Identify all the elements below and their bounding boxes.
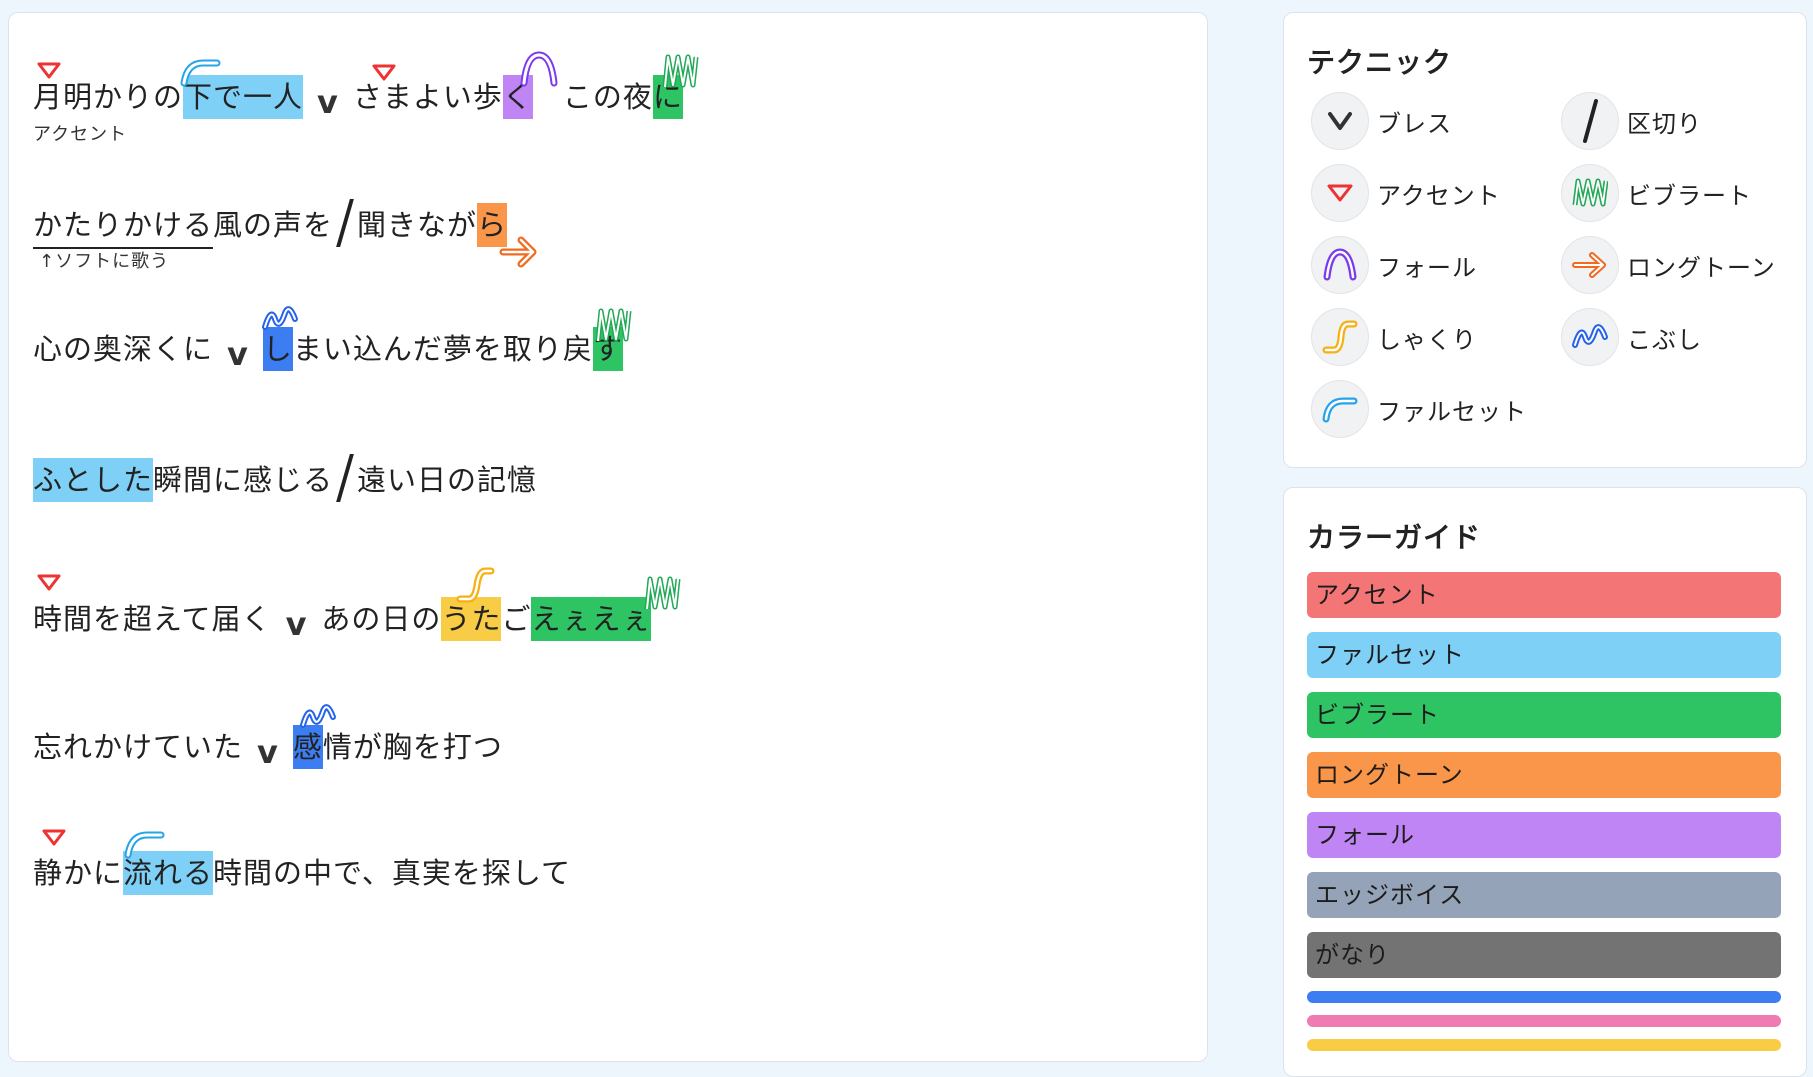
color-guide-panel: カラーガイド アクセント ファルセット ビブラート ロングトーン フォール エッ… bbox=[1283, 487, 1807, 1077]
color-swatch-fall[interactable]: フォール bbox=[1307, 812, 1781, 858]
color-swatch-falsetto[interactable]: ファルセット bbox=[1307, 632, 1781, 678]
technique-label: ファルセット bbox=[1377, 398, 1527, 426]
slash-icon bbox=[1561, 92, 1619, 150]
lyric-segment: この夜 bbox=[562, 80, 653, 114]
arrow-right-icon bbox=[1561, 236, 1619, 294]
kobushi-icon bbox=[262, 306, 298, 330]
accent-icon bbox=[37, 62, 61, 79]
annotation-note: アクセント bbox=[33, 124, 128, 145]
color-swatch-pink[interactable] bbox=[1307, 1015, 1781, 1027]
lyric-line-1[interactable]: 月明かりの下で一人 v さまよい歩く この夜に bbox=[33, 74, 683, 121]
breath-mark[interactable]: v bbox=[317, 80, 339, 124]
kobushi-icon bbox=[300, 704, 336, 728]
lyric-line-4[interactable]: ふとした瞬間に感じる 遠い日の記憶 bbox=[33, 454, 537, 502]
falsetto-icon bbox=[124, 831, 165, 859]
vibrato-segment[interactable]: えぇえぇ bbox=[531, 597, 652, 641]
lyric-segment: 情が胸を打つ bbox=[322, 730, 503, 764]
accent-icon bbox=[1311, 164, 1369, 222]
phrase-divider[interactable] bbox=[336, 199, 354, 247]
lyric-line-7[interactable]: 静かに流れる時間の中で、真実を探して bbox=[33, 851, 571, 895]
fall-icon bbox=[1311, 236, 1369, 294]
falsetto-segment[interactable]: ふとした bbox=[33, 458, 154, 502]
lyrics-panel: 月明かりの下で一人 v さまよい歩く この夜に アクセント かたりかける風の声を 聞きな… bbox=[8, 12, 1208, 1062]
technique-label: フォール bbox=[1377, 254, 1477, 282]
accent-icon bbox=[42, 829, 66, 846]
technique-divider[interactable]: 区切り bbox=[1561, 92, 1791, 152]
breath-mark[interactable]: v bbox=[286, 602, 308, 646]
lyric-segment: 時間の中で、真実を探して bbox=[213, 856, 572, 890]
technique-shakuri[interactable]: しゃくり bbox=[1311, 308, 1541, 368]
technique-breath[interactable]: ブレス bbox=[1311, 92, 1541, 152]
vibrato-icon bbox=[662, 54, 699, 88]
technique-label: ビブラート bbox=[1627, 182, 1752, 210]
vibrato-icon bbox=[595, 308, 632, 342]
lyric-segment: 遠い日の記憶 bbox=[357, 463, 538, 497]
lyric-segment: 月明かりの bbox=[33, 80, 184, 114]
lyric-segment: ご bbox=[501, 602, 532, 636]
technique-fall[interactable]: フォール bbox=[1311, 236, 1541, 296]
lyric-segment: 瞬間に感じる bbox=[153, 463, 334, 497]
lyric-segment: 心の奥深くに bbox=[33, 332, 214, 366]
breath-icon bbox=[1311, 92, 1369, 150]
arrow-right-icon bbox=[499, 236, 537, 268]
technique-kobushi[interactable]: こぶし bbox=[1561, 308, 1791, 368]
technique-title: テクニック bbox=[1307, 46, 1453, 79]
technique-label: 区切り bbox=[1627, 110, 1702, 138]
annotation-note: ↑ソフトに歌う bbox=[39, 251, 170, 272]
lyric-segment: 静かに bbox=[33, 856, 124, 890]
color-swatch-vibrato[interactable]: ビブラート bbox=[1307, 692, 1781, 738]
technique-label: こぶし bbox=[1627, 326, 1702, 354]
underlined-segment[interactable]: かたりかける bbox=[33, 203, 214, 249]
technique-panel: テクニック ブレス 区切り アクセント ビブラート フォール ロングトーン しゃ… bbox=[1283, 12, 1807, 468]
technique-label: アクセント bbox=[1377, 182, 1501, 210]
vibrato-icon bbox=[1561, 164, 1619, 222]
color-swatch-edge-voice[interactable]: エッジボイス bbox=[1307, 872, 1781, 918]
color-swatch-growl[interactable]: がなり bbox=[1307, 932, 1781, 978]
color-swatch-shakuri[interactable] bbox=[1307, 1039, 1781, 1051]
technique-label: しゃくり bbox=[1377, 326, 1477, 354]
lyric-line-6[interactable]: 忘れかけていた v 感情が胸を打つ bbox=[33, 724, 503, 771]
falsetto-icon bbox=[180, 59, 221, 87]
lyric-segment: 時間を超えて届く bbox=[33, 602, 272, 636]
lyric-line-3[interactable]: 心の奥深くに v しまい込んだ夢を取り戻す bbox=[33, 326, 623, 373]
falsetto-icon bbox=[1311, 380, 1369, 438]
lyric-segment: 聞きなが bbox=[357, 208, 478, 242]
color-swatch-kobushi[interactable] bbox=[1307, 991, 1781, 1003]
lyric-segment: 風の声を bbox=[213, 208, 334, 242]
kobushi-icon bbox=[1561, 308, 1619, 366]
accent-icon bbox=[372, 64, 396, 81]
breath-mark[interactable]: v bbox=[257, 730, 279, 774]
phrase-divider[interactable] bbox=[336, 454, 354, 502]
lyric-segment: さまよい歩 bbox=[352, 80, 503, 114]
technique-label: ロングトーン bbox=[1627, 254, 1776, 282]
technique-falsetto[interactable]: ファルセット bbox=[1311, 380, 1541, 440]
color-swatch-accent[interactable]: アクセント bbox=[1307, 572, 1781, 618]
color-guide-title: カラーガイド bbox=[1307, 521, 1482, 554]
technique-longtone[interactable]: ロングトーン bbox=[1561, 236, 1791, 296]
lyric-segment: まい込んだ夢を取り戻 bbox=[292, 332, 593, 366]
vibrato-icon bbox=[644, 576, 681, 610]
lyric-segment: 忘れかけていた bbox=[33, 730, 244, 764]
lyric-line-5[interactable]: 時間を超えて届く v あの日のうたごえぇえぇ bbox=[33, 596, 652, 643]
technique-label: ブレス bbox=[1377, 110, 1452, 138]
color-swatch-longtone[interactable]: ロングトーン bbox=[1307, 752, 1781, 798]
lyric-segment: あの日の bbox=[321, 602, 442, 636]
kobushi-segment[interactable]: 感 bbox=[292, 725, 323, 769]
technique-vibrato[interactable]: ビブラート bbox=[1561, 164, 1791, 224]
accent-icon bbox=[37, 574, 61, 591]
breath-mark[interactable]: v bbox=[227, 332, 249, 376]
fall-icon bbox=[520, 51, 558, 87]
shakuri-icon bbox=[456, 567, 495, 603]
shakuri-icon bbox=[1311, 308, 1369, 366]
technique-accent[interactable]: アクセント bbox=[1311, 164, 1541, 224]
kobushi-segment[interactable]: し bbox=[262, 327, 293, 371]
lyric-line-2[interactable]: かたりかける風の声を 聞きながら bbox=[33, 199, 508, 249]
